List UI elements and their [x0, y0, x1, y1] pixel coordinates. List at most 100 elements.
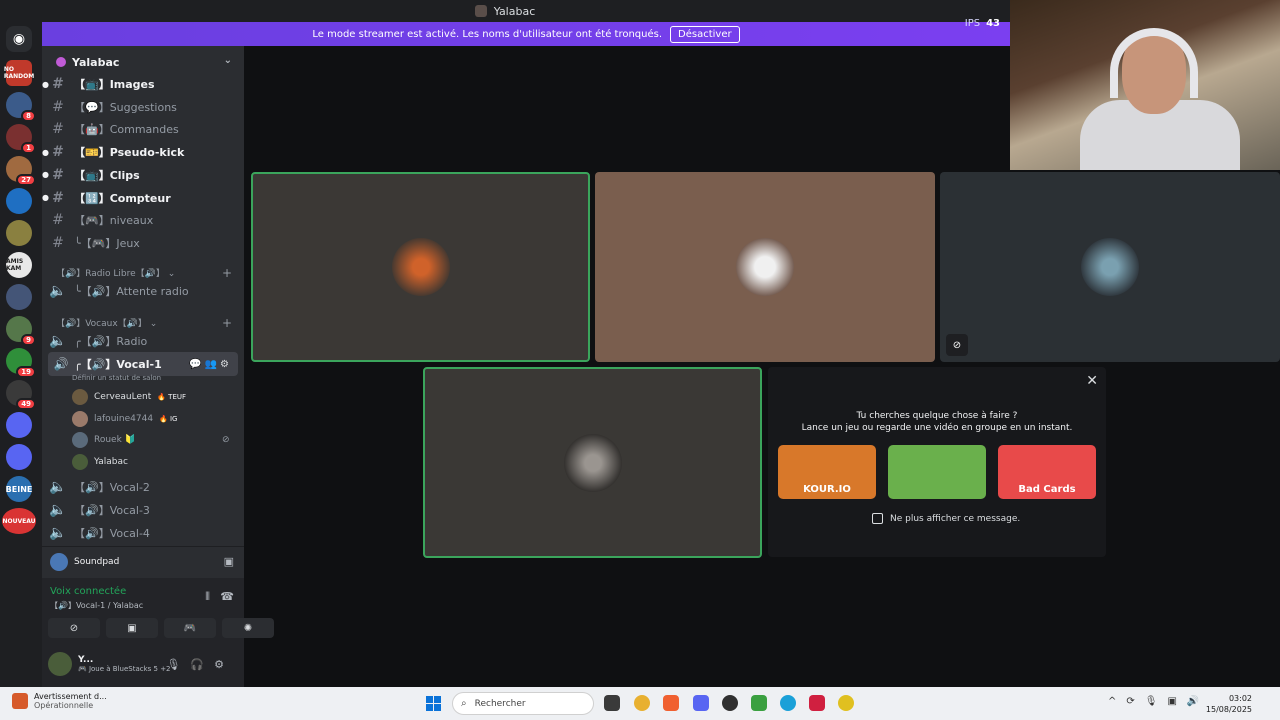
- media-app-icon[interactable]: [809, 695, 825, 711]
- unread-indicator: ●: [42, 193, 49, 202]
- server-icon[interactable]: 9: [6, 316, 36, 346]
- text-channel[interactable]: # 【🤖】Commandes: [42, 118, 244, 140]
- system-tray[interactable]: ^⟳🎙▣🔊: [1108, 696, 1209, 707]
- discord-icon[interactable]: [693, 695, 709, 711]
- text-channel[interactable]: # 【🎮】niveaux: [42, 209, 244, 231]
- server-label: NO RANDOM: [3, 66, 35, 80]
- server-icon[interactable]: NOUVEAU: [2, 508, 36, 534]
- taskbar-clock[interactable]: 03:02 15/08/2025: [1206, 693, 1252, 715]
- chevron-down-icon[interactable]: ⌄: [224, 55, 232, 66]
- voice-member[interactable]: Yalabac: [72, 452, 128, 472]
- add-channel-icon[interactable]: +: [222, 316, 232, 330]
- soundpad-bar[interactable]: Soundpad ▣: [42, 546, 244, 576]
- webcam-overlay: [1010, 0, 1280, 170]
- voice-channel-path[interactable]: 【🔊】Vocal-1 / Yalabac: [50, 600, 143, 611]
- text-channel[interactable]: # 【💬】Suggestions: [42, 96, 244, 118]
- voice-channel-radio[interactable]: 🔈 ╭【🔊】Radio: [42, 330, 244, 352]
- bluestacks-icon[interactable]: [751, 695, 767, 711]
- server-icon[interactable]: 1: [6, 124, 36, 154]
- voice-channel-label: ╭【🔊】Radio: [74, 335, 148, 348]
- server-icon[interactable]: [6, 220, 32, 246]
- voice-channel-vocal1[interactable]: 🔊 ╭【🔊】Vocal-1 💬👥⚙: [48, 352, 238, 376]
- brave-icon[interactable]: [663, 695, 679, 711]
- taskbar-search[interactable]: ⌕ Rechercher: [452, 692, 594, 715]
- participant-tile[interactable]: [423, 367, 762, 558]
- voice-channel-vocal3[interactable]: 🔈 【🔊】Vocal-3: [42, 499, 244, 521]
- chrome-icon[interactable]: [634, 695, 650, 711]
- channel-label: ╰【🎮】Jeux: [74, 236, 140, 250]
- server-icon[interactable]: 19: [6, 348, 36, 378]
- user-panel[interactable]: Y... 🎮 Joue à BlueStacks 5 +2: [48, 652, 171, 676]
- participant-tile[interactable]: [251, 172, 590, 362]
- avatar: [72, 453, 88, 470]
- member-tag: 🔥 TEUF: [157, 393, 187, 401]
- microphone-icon[interactable]: 🎙: [166, 658, 190, 671]
- avatar: [48, 652, 72, 676]
- guild-icon: [56, 57, 66, 67]
- add-channel-icon[interactable]: +: [222, 266, 232, 280]
- edge-icon[interactable]: [780, 695, 796, 711]
- activity-card[interactable]: KOUR.IO: [778, 445, 876, 499]
- gear-icon[interactable]: ⚙: [214, 658, 234, 671]
- user-activity: 🎮 Joue à BlueStacks 5 +2: [78, 665, 171, 673]
- server-icon[interactable]: AMIS KAM: [6, 252, 32, 278]
- close-icon[interactable]: ✕: [1086, 373, 1098, 389]
- text-channel[interactable]: ● # 【📺】Clips: [42, 164, 244, 186]
- voice-member[interactable]: CerveauLent 🔥 TEUF: [72, 387, 186, 407]
- text-channel[interactable]: # ╰【🎮】Jeux: [42, 232, 244, 254]
- text-channel[interactable]: ● # 【📺】Images: [42, 73, 244, 95]
- task-view-icon[interactable]: [604, 695, 620, 711]
- server-icon[interactable]: 49: [6, 380, 36, 410]
- speaker-icon: 🔈: [49, 502, 67, 518]
- windows-start-icon[interactable]: [426, 696, 441, 711]
- server-icon[interactable]: [6, 188, 32, 214]
- soundboard-button[interactable]: ✺: [222, 618, 274, 638]
- participant-tile[interactable]: [595, 172, 935, 362]
- server-icon[interactable]: [6, 444, 32, 470]
- text-channel[interactable]: ● # 【🔢】Compteur: [42, 187, 244, 209]
- server-icon[interactable]: [6, 412, 32, 438]
- streamer-mode-banner: Le mode streamer est activé. Les noms d'…: [42, 18, 1010, 46]
- text-channel[interactable]: ● # 【🎫】Pseudo-kick: [42, 141, 244, 163]
- activity-title: Tu cherches quelque chose à faire ?: [856, 411, 1018, 421]
- dont-show-label: Ne plus afficher ce message.: [890, 513, 1021, 524]
- channel-status-hint[interactable]: Définir un statut de salon: [72, 374, 161, 382]
- checkbox-icon[interactable]: [872, 513, 883, 524]
- server-icon[interactable]: 8: [6, 92, 36, 122]
- warning-notification[interactable]: Avertissement d... Opérationnelle: [12, 692, 107, 710]
- category-radio[interactable]: 【🔊】Radio Libre【🔊】 ⌄ +: [56, 266, 232, 280]
- obs-icon[interactable]: [722, 695, 738, 711]
- disable-streamer-button[interactable]: Désactiver: [670, 25, 740, 43]
- app-icon[interactable]: [838, 695, 854, 711]
- server-icon[interactable]: [6, 284, 32, 310]
- channel-label: 【📺】Images: [74, 78, 155, 91]
- server-icon[interactable]: 27: [6, 156, 36, 186]
- screenshare-button[interactable]: ▣: [106, 618, 158, 638]
- activity-card[interactable]: [888, 445, 986, 499]
- category-vocaux[interactable]: 【🔊】Vocaux【🔊】 ⌄ +: [56, 316, 232, 330]
- voice-member[interactable]: lafouine4744 🔥 IG: [72, 409, 177, 429]
- disconnect-icon[interactable]: ☎: [220, 590, 234, 603]
- activity-title: Bad Cards: [1018, 484, 1076, 495]
- noise-suppression-icon[interactable]: ⦀: [205, 590, 210, 604]
- server-icon[interactable]: NO RANDOM: [3, 60, 35, 86]
- discord-home-icon[interactable]: ◉: [6, 26, 32, 52]
- clock-time: 03:02: [1228, 694, 1252, 703]
- server-icon[interactable]: BEINE: [6, 476, 32, 502]
- dont-show-checkbox[interactable]: Ne plus afficher ce message.: [872, 513, 1020, 524]
- participant-tile[interactable]: ⊘: [940, 172, 1280, 362]
- voice-channel-attente[interactable]: 🔈 ╰【🔊】Attente radio: [42, 280, 244, 302]
- voice-channel-label: 【🔊】Vocal-4: [74, 527, 150, 540]
- voice-channel-vocal2[interactable]: 🔈 【🔊】Vocal-2: [42, 476, 244, 498]
- unread-indicator: ●: [42, 79, 49, 89]
- avatar: [391, 238, 450, 296]
- camera-off-button[interactable]: ⊘: [48, 618, 100, 638]
- headphones-icon[interactable]: 🎧: [190, 658, 214, 671]
- activities-button[interactable]: 🎮: [164, 618, 216, 638]
- voice-member[interactable]: Rouek 🔰 ⊘: [72, 430, 230, 450]
- activity-card[interactable]: Bad Cards: [998, 445, 1096, 499]
- screen-icon[interactable]: ▣: [224, 555, 234, 568]
- channel-actions[interactable]: 💬👥⚙: [189, 359, 232, 370]
- voice-channel-vocal4[interactable]: 🔈 【🔊】Vocal-4: [42, 522, 244, 544]
- server-label: AMIS KAM: [6, 258, 24, 272]
